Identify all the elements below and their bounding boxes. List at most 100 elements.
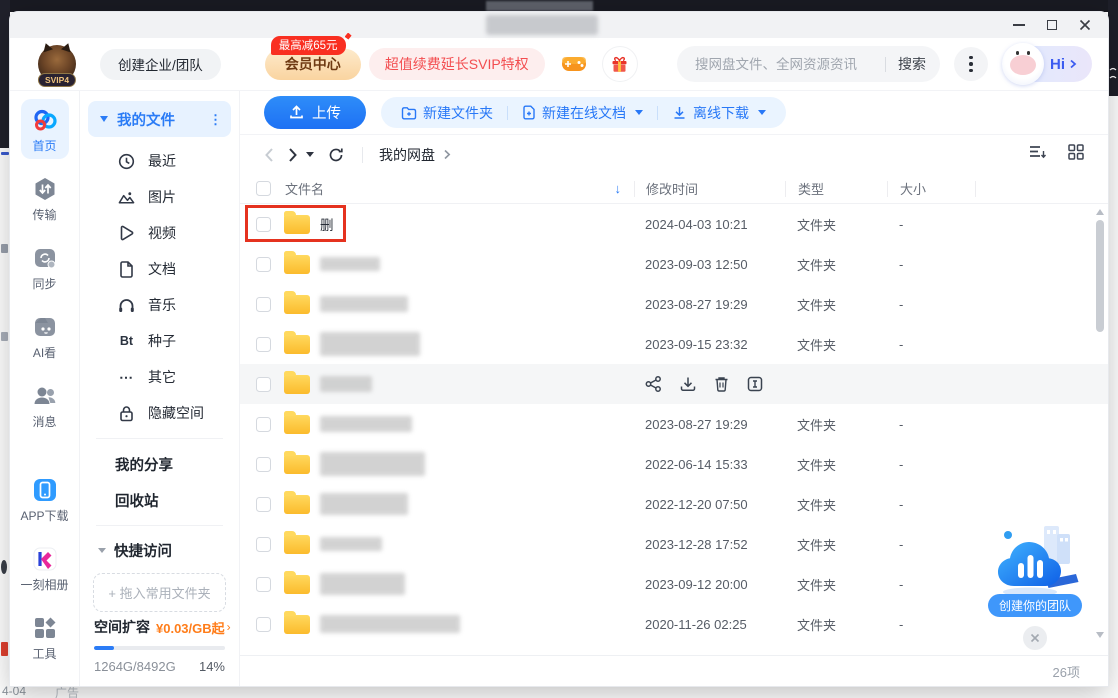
- column-modified[interactable]: 修改时间: [634, 181, 785, 197]
- table-row[interactable]: 删 2024-04-03 10:21文件夹-: [240, 204, 1108, 244]
- back-button[interactable]: [264, 147, 274, 163]
- sidebar-item-my-files[interactable]: 我的文件 ⋮: [88, 101, 231, 137]
- row-checkbox[interactable]: [256, 617, 271, 632]
- upload-icon: [289, 105, 304, 120]
- row-checkbox[interactable]: [256, 497, 271, 512]
- close-button[interactable]: [1078, 18, 1092, 32]
- sidebar-item-recent[interactable]: 最近: [88, 143, 231, 179]
- storage-expand-link[interactable]: 空间扩容 ¥0.03/GB起 ›: [94, 617, 225, 637]
- table-row[interactable]: 2022-12-20 07:50文件夹-: [240, 484, 1108, 524]
- table-row[interactable]: 2020-11-26 02:25文件夹-: [240, 604, 1108, 644]
- team-promo-label[interactable]: 创建你的团队: [988, 594, 1082, 617]
- row-checkbox[interactable]: [256, 577, 271, 592]
- promo-close-button[interactable]: [1023, 626, 1047, 650]
- scrollbar[interactable]: [1095, 207, 1105, 646]
- sidebar-item-others[interactable]: ⋯其它: [88, 359, 231, 395]
- rail-item-app-download[interactable]: APP下载: [21, 469, 69, 529]
- maximize-button[interactable]: [1045, 18, 1059, 32]
- table-row[interactable]: 2022-06-14 15:33文件夹-: [240, 444, 1108, 484]
- row-checkbox[interactable]: [256, 457, 271, 472]
- sidebar-item-label: 文档: [148, 259, 176, 279]
- people-icon: [32, 382, 58, 410]
- column-size[interactable]: 大小: [887, 181, 975, 197]
- grid-view-button[interactable]: [1068, 144, 1084, 165]
- table-row[interactable]: 2023-09-15 23:32文件夹-: [240, 324, 1108, 364]
- close-icon: [1030, 633, 1040, 643]
- minimize-button[interactable]: [1012, 18, 1026, 32]
- sidebar-item-hidden-space[interactable]: 隐藏空间: [88, 395, 231, 431]
- sidebar-item-my-share[interactable]: 我的分享: [88, 446, 231, 482]
- gift-button[interactable]: [603, 47, 637, 81]
- game-center-button[interactable]: [557, 47, 591, 81]
- offline-download-button[interactable]: 离线下载: [668, 103, 770, 123]
- scrollbar-thumb[interactable]: [1096, 220, 1104, 332]
- search-box[interactable]: 搜索: [677, 46, 940, 82]
- user-avatar[interactable]: SVIP4: [38, 45, 76, 83]
- sidebar-item-documents[interactable]: 文档: [88, 251, 231, 287]
- rail-item-label: 一刻相册: [21, 576, 69, 593]
- rail-item-label: 工具: [32, 645, 56, 662]
- sidebar-item-quick-access[interactable]: 快捷访问: [88, 533, 231, 567]
- row-checkbox[interactable]: [256, 297, 271, 312]
- sidebar-item-pictures[interactable]: 图片: [88, 179, 231, 215]
- forward-button[interactable]: [288, 147, 298, 163]
- sidebar-item-torrents[interactable]: Bt种子: [88, 323, 231, 359]
- app-titlebar[interactable]: [10, 12, 1108, 38]
- scroll-down-icon[interactable]: [1096, 632, 1104, 638]
- rail-item-sync[interactable]: 同步: [21, 237, 69, 297]
- history-caret-icon[interactable]: [306, 152, 314, 157]
- row-checkbox[interactable]: [256, 537, 271, 552]
- scroll-up-icon[interactable]: [1096, 209, 1104, 215]
- refresh-button[interactable]: [328, 147, 344, 163]
- desktop: 4-04 广告 SVIP4 创建企业/团队 会员中心 最高减65元 超值续: [0, 0, 1118, 698]
- create-team-button[interactable]: 创建企业/团队: [100, 49, 221, 80]
- rail-item-messages[interactable]: 消息: [21, 375, 69, 435]
- table-row[interactable]: 2023-08-27 19:29文件夹-: [240, 404, 1108, 444]
- sort-list-button[interactable]: [1029, 144, 1047, 165]
- sidebar-item-music[interactable]: 音乐: [88, 287, 231, 323]
- breadcrumb[interactable]: 我的网盘: [379, 145, 435, 165]
- sort-desc-icon[interactable]: ↓: [615, 181, 622, 196]
- delete-button[interactable]: [714, 376, 729, 392]
- table-row[interactable]: [240, 364, 1108, 404]
- rename-button[interactable]: [747, 376, 763, 392]
- table-row[interactable]: 2023-08-27 19:29文件夹-: [240, 284, 1108, 324]
- new-folder-button[interactable]: 新建文件夹: [397, 103, 497, 123]
- background-right-edge: [1108, 0, 1118, 96]
- row-checkbox[interactable]: [256, 417, 271, 432]
- select-all-checkbox[interactable]: [256, 181, 271, 196]
- column-type[interactable]: 类型: [785, 181, 887, 197]
- row-checkbox[interactable]: [256, 337, 271, 352]
- table-row[interactable]: 2023-12-28 17:52文件夹-: [240, 524, 1108, 564]
- row-checkbox[interactable]: [256, 257, 271, 272]
- chevron-right-icon: [443, 149, 451, 160]
- rail-item-transfer[interactable]: 传输: [21, 168, 69, 228]
- assistant-pill[interactable]: Hi: [1002, 46, 1092, 82]
- gamepad-icon: [561, 55, 587, 73]
- download-button[interactable]: [680, 376, 696, 392]
- storage-usage: 1264G/8492G 14%: [94, 659, 225, 674]
- table-row[interactable]: 2023-09-03 12:50文件夹-: [240, 244, 1108, 284]
- new-online-doc-button[interactable]: 新建在线文档: [518, 103, 647, 123]
- rail-item-ai-view[interactable]: AI看: [21, 306, 69, 366]
- column-filename[interactable]: 文件名 ↓: [240, 179, 634, 198]
- upload-button[interactable]: 上传: [264, 96, 366, 129]
- search-button[interactable]: 搜索: [898, 54, 926, 74]
- rail-item-tools[interactable]: 工具: [21, 607, 69, 667]
- more-options-icon[interactable]: ⋮: [209, 117, 221, 122]
- row-checkbox[interactable]: [256, 377, 271, 392]
- rail-item-label: 同步: [32, 275, 56, 292]
- rail-item-photo-album[interactable]: 一刻相册: [21, 538, 69, 598]
- drop-folder-hint[interactable]: + 拖入常用文件夹: [93, 573, 226, 612]
- file-table-body: 删 2024-04-03 10:21文件夹- 2023-09-03 12:50文…: [240, 204, 1108, 655]
- rail-item-home[interactable]: 首页: [21, 99, 69, 159]
- table-row[interactable]: 2023-09-12 20:00文件夹-: [240, 564, 1108, 604]
- search-input[interactable]: [695, 57, 879, 72]
- more-menu-button[interactable]: [954, 47, 988, 81]
- sidebar-item-videos[interactable]: 视频: [88, 215, 231, 251]
- share-button[interactable]: [645, 376, 662, 392]
- file-type: 文件夹: [785, 215, 887, 234]
- sidebar-item-recycle-bin[interactable]: 回收站: [88, 482, 231, 518]
- svip-renew-banner[interactable]: 超值续费延长SVIP特权: [369, 48, 545, 80]
- background-left-edge: [0, 0, 10, 148]
